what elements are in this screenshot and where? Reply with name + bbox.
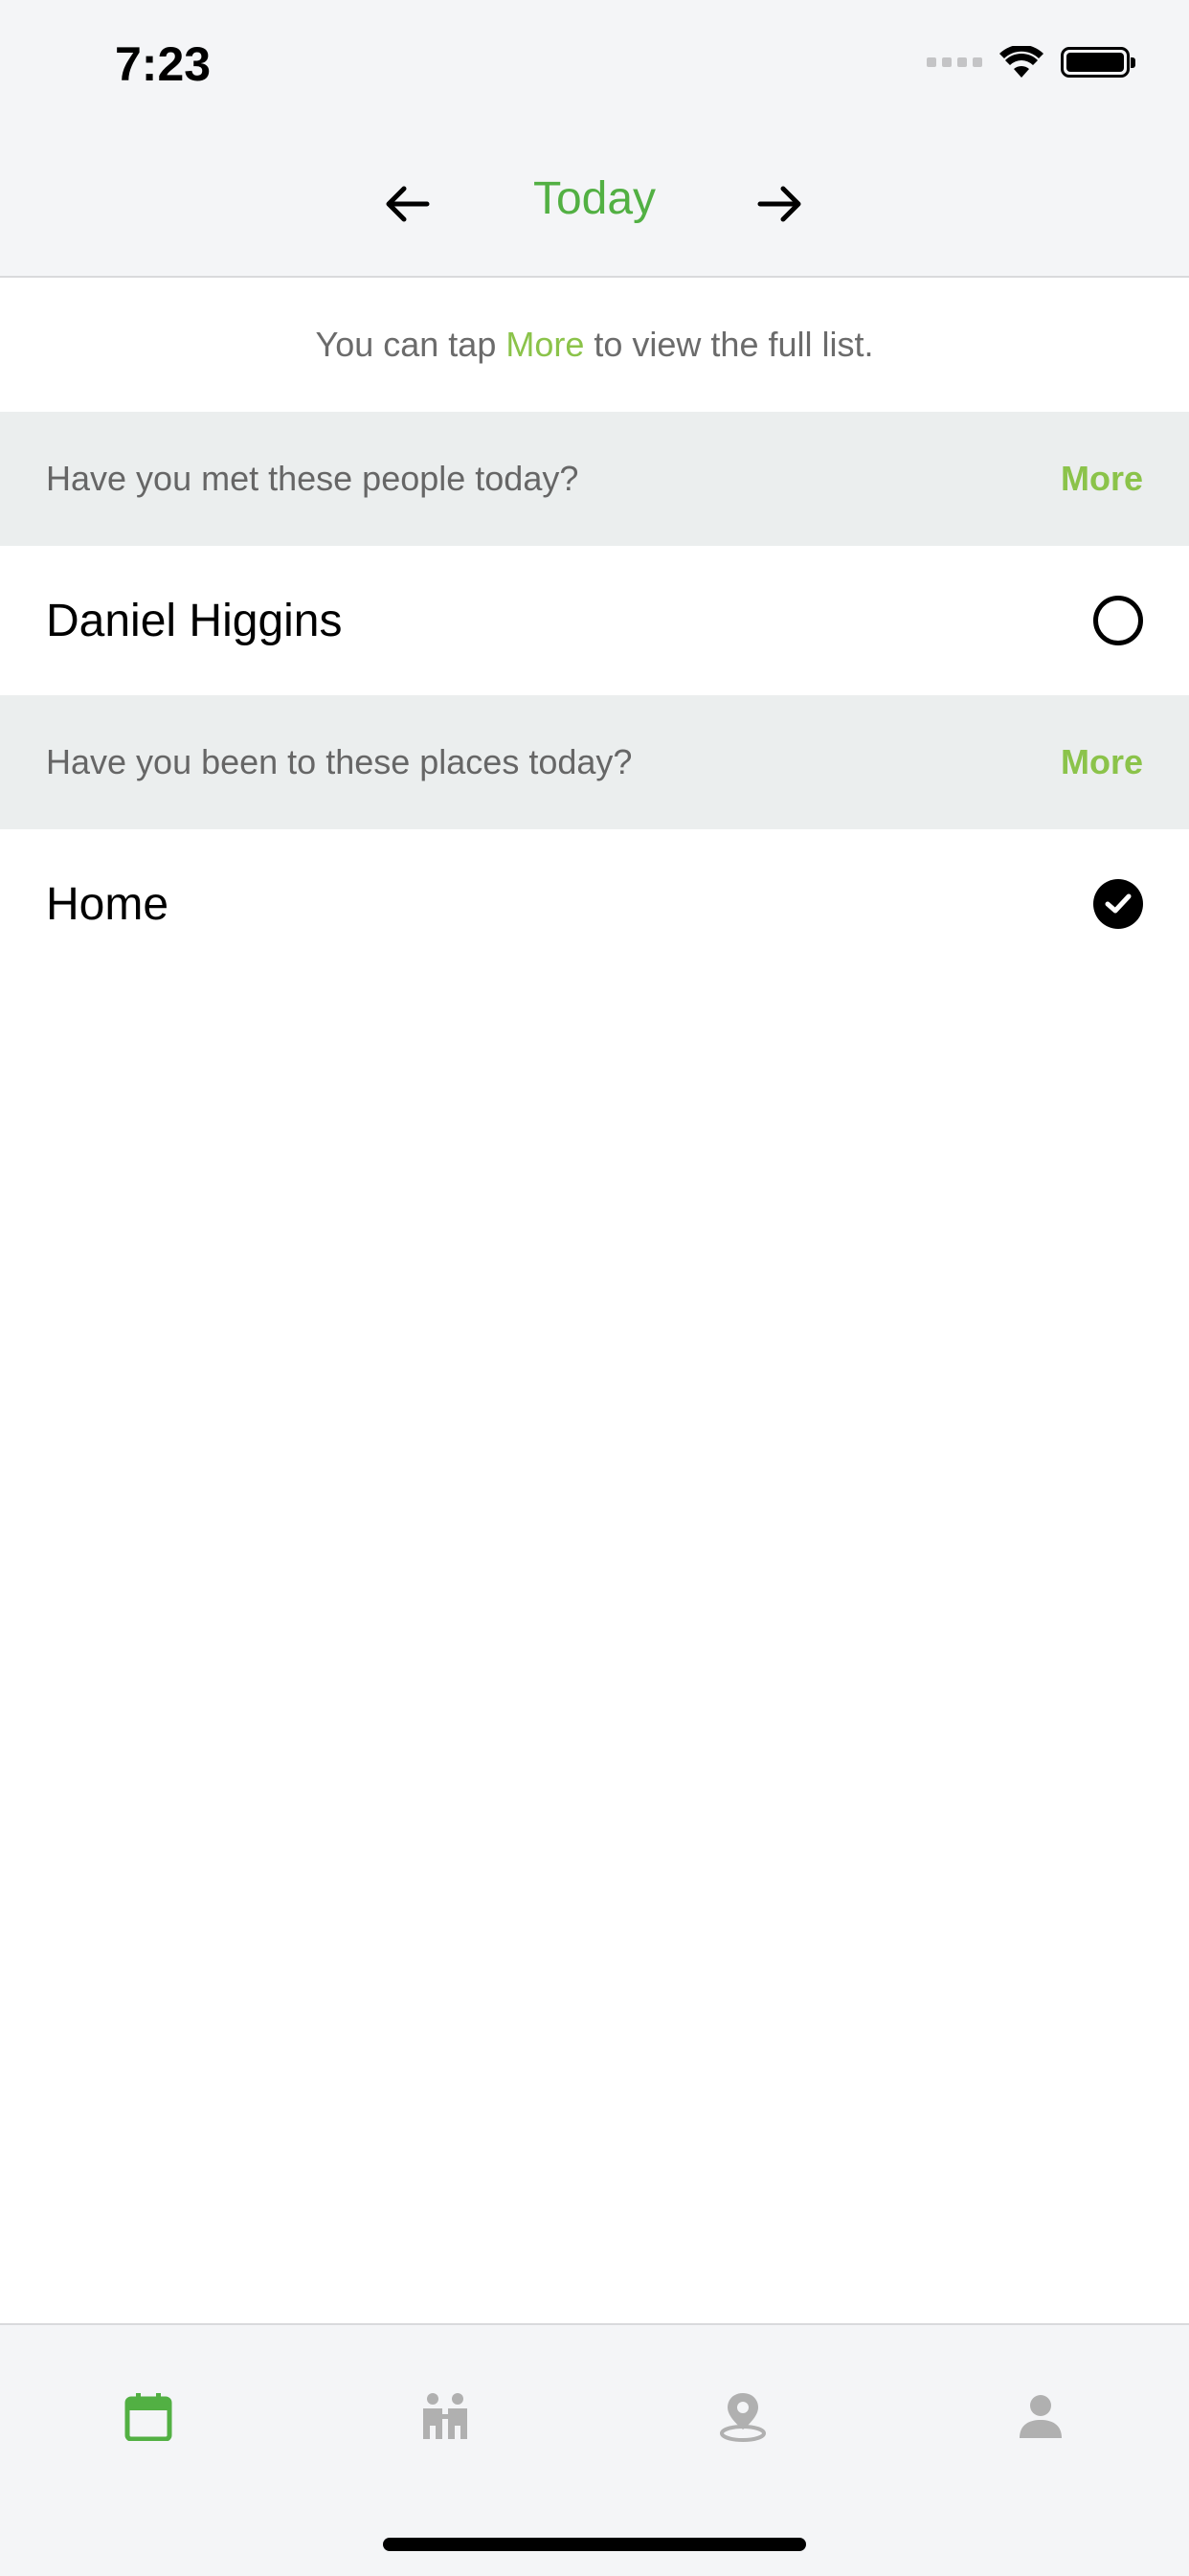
- arrow-right-icon: [757, 186, 801, 222]
- hint-prefix: You can tap: [315, 325, 497, 364]
- profile-icon: [1020, 2395, 1062, 2438]
- tab-profile[interactable]: [998, 2373, 1084, 2459]
- status-bar: 7:23: [0, 0, 1189, 134]
- list-item-place[interactable]: Home: [0, 829, 1189, 979]
- places-more-button[interactable]: More: [1061, 742, 1143, 782]
- people-icon: [423, 2393, 467, 2439]
- checkmark-icon: [1105, 893, 1132, 914]
- tab-calendar[interactable]: [105, 2373, 191, 2459]
- people-more-button[interactable]: More: [1061, 459, 1143, 499]
- hint-text: You can tap More to view the full list.: [0, 278, 1189, 412]
- places-section-header: Have you been to these places today? Mor…: [0, 695, 1189, 829]
- people-section-title: Have you met these people today?: [46, 459, 579, 498]
- home-indicator: [383, 2538, 806, 2551]
- tab-bar: [0, 2323, 1189, 2576]
- unchecked-circle-icon[interactable]: [1093, 596, 1143, 645]
- person-name: Daniel Higgins: [46, 595, 343, 646]
- list-item-person[interactable]: Daniel Higgins: [0, 546, 1189, 695]
- tab-places[interactable]: [700, 2373, 786, 2459]
- hint-more-link: More: [505, 325, 585, 364]
- cellular-signal-icon: [927, 57, 982, 67]
- next-day-button[interactable]: [747, 170, 814, 237]
- location-pin-icon: [720, 2393, 766, 2442]
- battery-icon: [1061, 47, 1135, 78]
- checked-circle-icon[interactable]: [1093, 879, 1143, 929]
- tab-people[interactable]: [402, 2373, 488, 2459]
- page-title: Today: [532, 173, 657, 224]
- people-section-header: Have you met these people today? More: [0, 412, 1189, 546]
- places-section-title: Have you been to these places today?: [46, 742, 633, 781]
- wifi-icon: [999, 46, 1043, 78]
- calendar-icon: [124, 2393, 172, 2441]
- hint-suffix: to view the full list.: [594, 325, 874, 364]
- date-header: Today: [0, 134, 1189, 278]
- status-time: 7:23: [115, 37, 212, 91]
- place-name: Home: [46, 878, 169, 930]
- status-icons: [927, 46, 1135, 79]
